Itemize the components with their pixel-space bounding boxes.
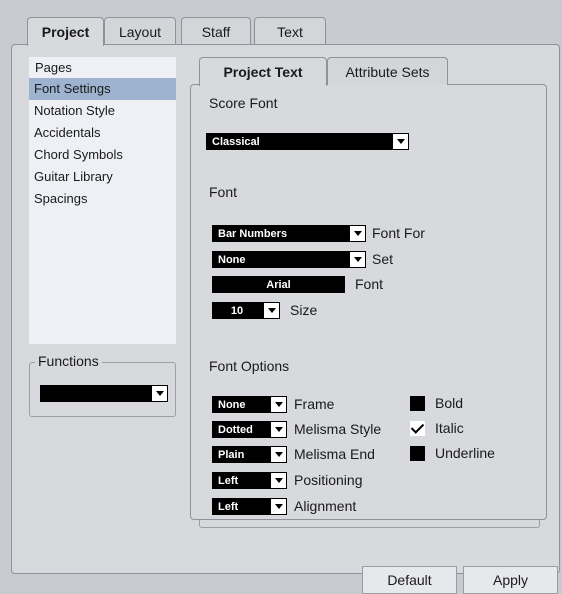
font-name-field[interactable]: Arial: [212, 276, 345, 293]
italic-label: Italic: [435, 420, 464, 436]
set-value: None: [218, 253, 246, 266]
page-item-guitar-library[interactable]: Guitar Library: [29, 166, 176, 188]
bold-label: Bold: [435, 395, 464, 411]
positioning-value: Left: [218, 474, 239, 487]
tab-project[interactable]: Project: [27, 17, 104, 46]
font-name-value: Arial: [266, 278, 291, 291]
tab-staff[interactable]: Staff: [181, 17, 251, 45]
chevron-down-icon: [350, 226, 365, 241]
score-font-title: Score Font: [206, 95, 281, 111]
positioning-dropdown[interactable]: Left: [212, 472, 287, 489]
font-name-label: Font: [355, 276, 384, 292]
chevron-down-icon: [393, 134, 408, 149]
font-title: Font: [206, 184, 241, 200]
page-item-chord-symbols[interactable]: Chord Symbols: [29, 144, 176, 166]
tab-attribute-sets-label: Attribute Sets: [345, 63, 430, 80]
font-for-value: Bar Numbers: [218, 227, 288, 240]
chevron-down-icon: [350, 252, 365, 267]
default-button-label: Default: [387, 572, 432, 588]
apply-button[interactable]: Apply: [463, 566, 558, 594]
bold-checkbox[interactable]: [410, 396, 425, 411]
melisma-style-value: Dotted: [218, 423, 253, 436]
underline-label: Underline: [435, 445, 495, 461]
tab-staff-label: Staff: [201, 23, 231, 40]
pages-list[interactable]: Pages Font Settings Notation Style Accid…: [29, 57, 176, 344]
font-options-title: Font Options: [206, 358, 293, 374]
melisma-style-label: Melisma Style: [294, 421, 382, 437]
page-item-spacings[interactable]: Spacings: [29, 188, 176, 210]
chevron-down-icon: [152, 386, 167, 401]
tab-text[interactable]: Text: [254, 17, 326, 45]
melisma-end-dropdown[interactable]: Plain: [212, 446, 287, 463]
frame-value: None: [218, 398, 246, 411]
tab-project-text-label: Project Text: [223, 64, 303, 80]
tab-layout[interactable]: Layout: [104, 17, 176, 45]
tab-attribute-sets[interactable]: Attribute Sets: [327, 57, 448, 85]
pages-list-header: Pages: [35, 60, 72, 75]
page-item-accidentals[interactable]: Accidentals: [29, 122, 176, 144]
score-font-dropdown[interactable]: Classical: [206, 133, 409, 150]
page-item-notation-style[interactable]: Notation Style: [29, 100, 176, 122]
frame-label: Frame: [294, 396, 335, 412]
italic-checkbox[interactable]: [410, 421, 425, 436]
melisma-end-value: Plain: [218, 448, 245, 461]
set-dropdown[interactable]: None: [212, 251, 366, 268]
font-for-label: Font For: [372, 225, 425, 241]
tab-project-label: Project: [41, 24, 90, 40]
melisma-end-label: Melisma End: [294, 446, 375, 462]
functions-dropdown[interactable]: [40, 385, 168, 402]
size-label: Size: [290, 302, 318, 318]
score-font-value: Classical: [212, 135, 260, 148]
font-for-dropdown[interactable]: Bar Numbers: [212, 225, 366, 242]
size-value: 10: [230, 304, 244, 317]
chevron-down-icon: [271, 499, 286, 514]
default-button[interactable]: Default: [362, 566, 457, 594]
chevron-down-icon: [271, 397, 286, 412]
frame-dropdown[interactable]: None: [212, 396, 287, 413]
positioning-label: Positioning: [294, 472, 363, 488]
tab-project-text[interactable]: Project Text: [199, 57, 327, 86]
functions-title: Functions: [35, 353, 102, 369]
melisma-style-dropdown[interactable]: Dotted: [212, 421, 287, 438]
size-dropdown[interactable]: 10: [212, 302, 280, 319]
chevron-down-icon: [271, 473, 286, 488]
alignment-value: Left: [218, 500, 239, 513]
alignment-label: Alignment: [294, 498, 357, 514]
underline-checkbox[interactable]: [410, 446, 425, 461]
apply-button-label: Apply: [492, 572, 529, 588]
chevron-down-icon: [271, 422, 286, 437]
alignment-dropdown[interactable]: Left: [212, 498, 287, 515]
tab-layout-label: Layout: [118, 23, 162, 40]
tab-text-label: Text: [277, 23, 303, 40]
page-item-font-settings[interactable]: Font Settings: [29, 78, 176, 100]
chevron-down-icon: [264, 303, 279, 318]
set-label: Set: [372, 251, 394, 267]
chevron-down-icon: [271, 447, 286, 462]
